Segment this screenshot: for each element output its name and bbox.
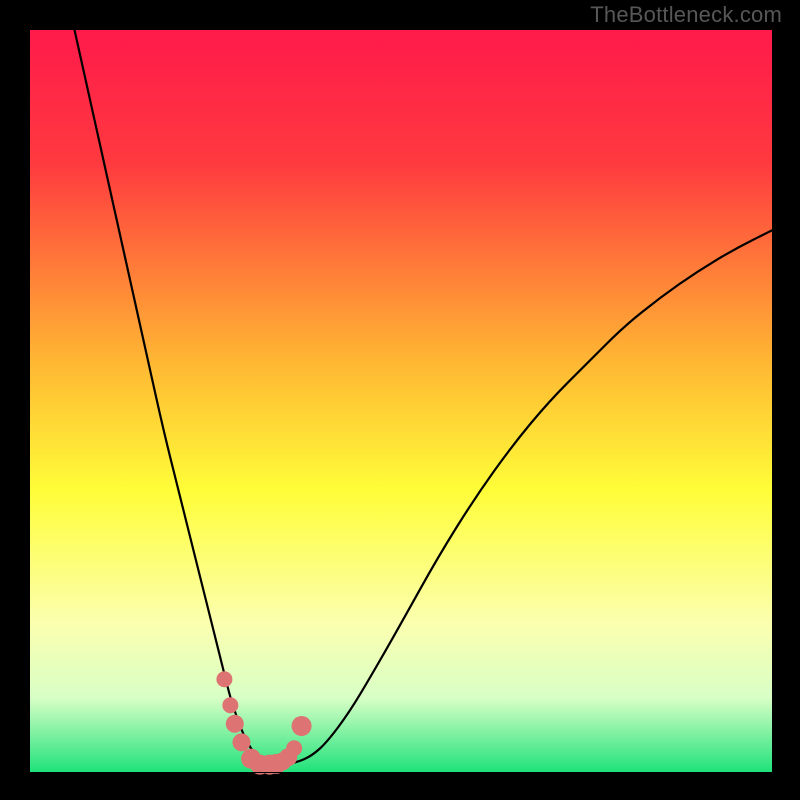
bottleneck-curve-chart xyxy=(0,0,800,800)
chart-container: TheBottleneck.com xyxy=(0,0,800,800)
plot-background xyxy=(30,30,772,772)
curve-marker xyxy=(226,715,244,733)
curve-marker xyxy=(292,716,312,736)
curve-marker xyxy=(222,697,238,713)
curve-marker xyxy=(232,733,250,751)
curve-marker xyxy=(286,740,302,756)
curve-marker xyxy=(216,671,232,687)
